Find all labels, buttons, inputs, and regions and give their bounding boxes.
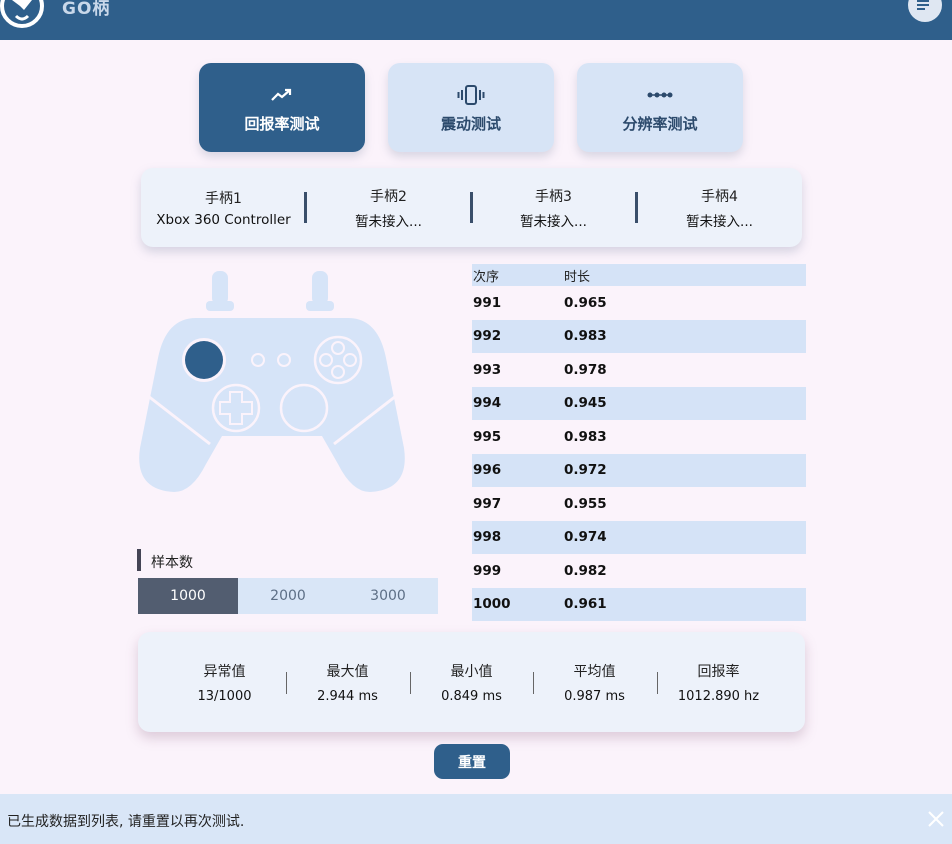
gamepad-illustration xyxy=(139,271,405,492)
controller-status: Xbox 360 Controller xyxy=(156,211,291,228)
dots-line-icon xyxy=(647,92,673,97)
controller-name: 手柄1 xyxy=(205,190,242,207)
sample-count-title: 样本数 xyxy=(151,555,193,571)
table-header: 次序 时长 xyxy=(472,264,806,286)
cell-index: 994 xyxy=(473,395,502,412)
cell-duration: 0.945 xyxy=(564,395,607,412)
controller-slot-3[interactable]: 手柄3 暂未接入... xyxy=(471,168,636,247)
cell-index: 996 xyxy=(473,462,502,479)
cell-index: 993 xyxy=(473,361,502,378)
cell-index: 991 xyxy=(473,294,502,311)
stat-label: 最小值 xyxy=(450,663,493,680)
app-logo-icon xyxy=(0,0,44,28)
statistics-panel: 异常值 13/1000 最大值 2.944 ms 最小值 0.849 ms 平均… xyxy=(138,632,805,732)
table-row: 993 0.978 xyxy=(472,353,806,387)
controller-slot-2[interactable]: 手柄2 暂未接入... xyxy=(306,168,471,247)
sample-option-1000[interactable]: 1000 xyxy=(138,578,238,614)
tab-vibration-test[interactable]: 震动测试 xyxy=(388,63,554,152)
table-row: 998 0.974 xyxy=(472,520,806,554)
cell-duration: 0.965 xyxy=(564,294,607,311)
stat-polling-rate: 回报率 1012.890 hz xyxy=(657,632,780,732)
app-title: GO柄 xyxy=(62,0,111,19)
stat-label: 回报率 xyxy=(697,663,740,680)
close-icon[interactable] xyxy=(926,809,946,829)
controller-status: 暂未接入... xyxy=(355,213,422,230)
status-message: 已生成数据到列表, 请重置以再次测试. xyxy=(7,814,245,830)
stat-min: 最小值 0.849 ms xyxy=(410,632,533,732)
cell-duration: 0.983 xyxy=(564,428,607,445)
cell-index: 997 xyxy=(473,495,502,512)
controller-status: 暂未接入... xyxy=(520,213,587,230)
stat-value: 0.849 ms xyxy=(441,688,502,704)
tab-label: 震动测试 xyxy=(440,114,501,133)
stat-outliers: 异常值 13/1000 xyxy=(163,632,286,732)
reset-button[interactable]: 重置 xyxy=(434,744,510,779)
table-row: 995 0.983 xyxy=(472,420,806,454)
title-bar: GO柄 xyxy=(0,0,952,40)
tab-resolution-test[interactable]: 分辨率测试 xyxy=(577,63,743,152)
table-row: 992 0.983 xyxy=(472,319,806,353)
stat-value: 13/1000 xyxy=(197,688,252,704)
table-row: 997 0.955 xyxy=(472,487,806,521)
trend-up-icon xyxy=(271,88,292,101)
cell-index: 1000 xyxy=(473,596,511,613)
cell-duration: 0.978 xyxy=(564,361,607,378)
table-row: 999 0.982 xyxy=(472,554,806,588)
table-row: 991 0.965 xyxy=(472,286,806,320)
table-row: 994 0.945 xyxy=(472,386,806,420)
table-row: 996 0.972 xyxy=(472,453,806,487)
controller-status: 暂未接入... xyxy=(686,213,753,230)
controller-slot-4[interactable]: 手柄4 暂未接入... xyxy=(637,168,802,247)
cell-duration: 0.972 xyxy=(564,462,607,479)
tab-polling-rate-test[interactable]: 回报率测试 xyxy=(199,63,365,152)
menu-button[interactable] xyxy=(908,0,942,22)
cell-duration: 0.974 xyxy=(564,529,607,546)
controller-slot-1[interactable]: 手柄1 Xbox 360 Controller xyxy=(141,168,306,247)
cell-index: 998 xyxy=(473,529,502,546)
menu-icon xyxy=(917,0,929,10)
vibrate-icon xyxy=(457,84,485,105)
cell-duration: 0.955 xyxy=(564,495,607,512)
cell-duration: 0.983 xyxy=(564,328,607,345)
controller-name: 手柄3 xyxy=(535,188,572,205)
cell-duration: 0.961 xyxy=(564,596,607,613)
controller-name: 手柄2 xyxy=(370,188,407,205)
cell-index: 999 xyxy=(473,562,502,579)
tab-label: 回报率测试 xyxy=(244,114,320,133)
cell-duration: 0.982 xyxy=(564,562,607,579)
sample-option-3000[interactable]: 3000 xyxy=(338,578,438,614)
left-stick xyxy=(185,341,223,379)
section-marker xyxy=(137,549,141,571)
stat-average: 平均值 0.987 ms xyxy=(533,632,656,732)
cell-index: 992 xyxy=(473,328,502,345)
controller-name: 手柄4 xyxy=(701,188,738,205)
gamepad-body xyxy=(139,318,405,492)
controller-selector: 手柄1 Xbox 360 Controller 手柄2 暂未接入... 手柄3 … xyxy=(141,168,802,247)
column-header-duration: 时长 xyxy=(564,269,591,285)
left-trigger xyxy=(212,271,228,305)
column-header-index: 次序 xyxy=(473,269,500,285)
tab-label: 分辨率测试 xyxy=(622,114,698,133)
stat-value: 2.944 ms xyxy=(317,688,378,704)
stat-max: 最大值 2.944 ms xyxy=(286,632,409,732)
stat-label: 平均值 xyxy=(573,663,616,680)
status-bar: 已生成数据到列表, 请重置以再次测试. xyxy=(0,794,952,844)
table-row: 1000 0.961 xyxy=(472,587,806,621)
result-table: 次序 时长 991 0.965 992 0.983 993 0.978 994 … xyxy=(472,264,806,621)
cell-index: 995 xyxy=(473,428,502,445)
stat-label: 异常值 xyxy=(203,663,246,680)
sample-option-2000[interactable]: 2000 xyxy=(238,578,338,614)
stat-value: 0.987 ms xyxy=(564,688,625,704)
stat-value: 1012.890 hz xyxy=(677,688,760,704)
right-trigger xyxy=(312,271,328,305)
stat-label: 最大值 xyxy=(326,663,369,680)
